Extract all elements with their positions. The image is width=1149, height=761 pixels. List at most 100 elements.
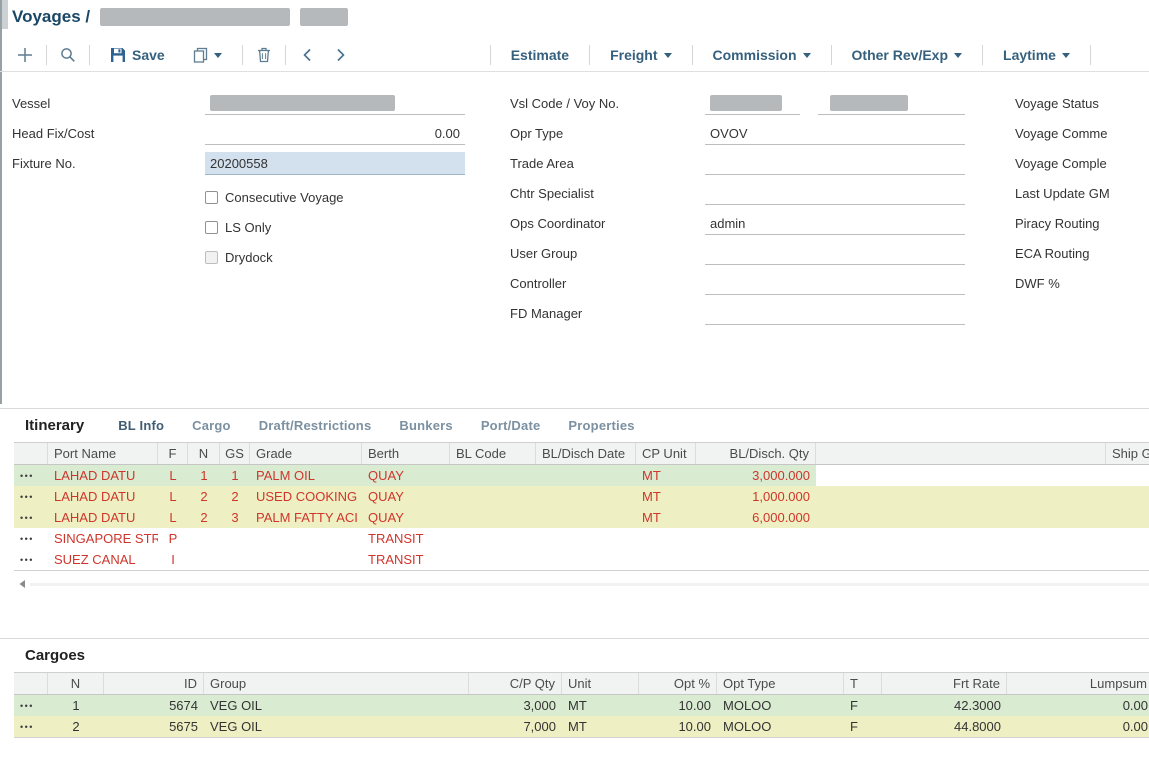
table-cell[interactable] [696,528,816,549]
table-cell[interactable]: MOLOO [717,716,844,737]
table-cell[interactable] [536,528,636,549]
table-cell[interactable] [636,528,696,549]
table-cell[interactable]: MT [562,716,639,737]
table-cell[interactable] [188,528,220,549]
column-header-n[interactable]: N [48,673,104,694]
trade-area-field[interactable] [705,152,965,175]
estimate-button[interactable]: Estimate [501,47,579,63]
column-header-n[interactable]: N [188,443,220,464]
column-header-f[interactable]: F [158,443,188,464]
table-cell[interactable]: 42.3000 [882,695,1007,716]
row-menu-button[interactable]: ••• [14,507,48,528]
table-cell[interactable] [1106,486,1149,507]
table-cell[interactable] [536,486,636,507]
table-cell[interactable]: VEG OIL [204,695,469,716]
table-cell[interactable] [450,549,536,570]
fd-manager-field[interactable] [705,302,965,325]
table-cell[interactable]: SUEZ CANAL [48,549,158,570]
table-cell[interactable]: P [158,528,188,549]
table-cell[interactable]: 5675 [104,716,204,737]
column-header-port-name[interactable]: Port Name [48,443,158,464]
table-cell[interactable] [816,465,1106,486]
table-cell[interactable]: 5674 [104,695,204,716]
table-cell[interactable]: 44.8000 [882,716,1007,737]
table-cell[interactable] [536,549,636,570]
table-cell[interactable] [696,549,816,570]
consecutive-voyage-checkbox[interactable]: Consecutive Voyage [205,188,344,206]
commission-menu-button[interactable]: Commission [703,47,821,63]
table-cell[interactable] [450,507,536,528]
table-cell[interactable]: MT [636,465,696,486]
table-cell[interactable] [1106,465,1149,486]
row-menu-button[interactable]: ••• [14,716,48,737]
fixture-no-field[interactable]: 20200558 [205,152,465,175]
ls-only-checkbox[interactable]: LS Only [205,218,271,236]
table-cell[interactable]: TRANSIT [362,528,450,549]
table-cell[interactable] [816,507,1106,528]
scroll-left-arrow-icon[interactable] [14,576,30,592]
table-cell[interactable] [250,549,362,570]
tab-draft-restrictions[interactable]: Draft/Restrictions [259,418,372,433]
vessel-field[interactable] [205,92,465,115]
table-cell[interactable]: 2 [220,486,250,507]
column-header-id[interactable]: ID [104,673,204,694]
row-menu-button[interactable]: ••• [14,465,48,486]
table-cell[interactable] [1106,528,1149,549]
table-cell[interactable]: PALM FATTY ACI [250,507,362,528]
table-cell[interactable]: 3,000.000 [696,465,816,486]
table-cell[interactable] [536,507,636,528]
table-cell[interactable]: MT [636,486,696,507]
row-menu-button[interactable]: ••• [14,549,48,570]
column-header-berth[interactable]: Berth [362,443,450,464]
column-header-opt-type[interactable]: Opt Type [717,673,844,694]
table-cell[interactable]: 1 [48,695,104,716]
table-cell[interactable] [220,549,250,570]
table-cell[interactable] [636,549,696,570]
table-cell[interactable]: MT [636,507,696,528]
table-cell[interactable]: LAHAD DATU [48,507,158,528]
table-cell[interactable]: QUAY [362,507,450,528]
add-button[interactable] [14,43,36,67]
row-menu-button[interactable]: ••• [14,486,48,507]
column-header-c-p-qty[interactable]: C/P Qty [469,673,562,694]
table-cell[interactable]: QUAY [362,465,450,486]
freight-menu-button[interactable]: Freight [600,47,681,63]
table-cell[interactable] [1106,507,1149,528]
column-header-ship-gr[interactable]: Ship Gr [1106,443,1149,464]
table-cell[interactable]: 0.00 [1007,716,1149,737]
table-cell[interactable]: VEG OIL [204,716,469,737]
horizontal-scrollbar[interactable] [14,576,1149,592]
tab-cargo[interactable]: Cargo [192,418,231,433]
table-cell[interactable]: 2 [188,507,220,528]
table-cell[interactable] [816,528,1106,549]
table-cell[interactable]: 6,000.000 [696,507,816,528]
table-cell[interactable]: L [158,465,188,486]
table-cell[interactable]: 10.00 [639,716,717,737]
prev-button[interactable] [296,43,318,67]
table-cell[interactable]: TRANSIT [362,549,450,570]
table-cell[interactable]: LAHAD DATU [48,486,158,507]
column-header-bl-disch-qty[interactable]: BL/Disch. Qty [696,443,816,464]
scrollbar-track[interactable] [30,583,1149,586]
table-cell[interactable] [816,549,1106,570]
table-cell[interactable]: QUAY [362,486,450,507]
table-cell[interactable]: 2 [48,716,104,737]
delete-button[interactable] [253,43,275,67]
table-cell[interactable]: 2 [188,486,220,507]
laytime-menu-button[interactable]: Laytime [993,47,1080,63]
table-cell[interactable]: LAHAD DATU [48,465,158,486]
chtr-specialist-field[interactable] [705,182,965,205]
table-cell[interactable]: L [158,486,188,507]
table-cell[interactable] [188,549,220,570]
table-cell[interactable]: F [844,716,882,737]
column-header-gs[interactable]: GS [220,443,250,464]
table-cell[interactable]: I [158,549,188,570]
tab-bl-info[interactable]: BL Info [118,418,164,433]
table-cell[interactable] [450,486,536,507]
other-rev-exp-menu-button[interactable]: Other Rev/Exp [842,47,972,63]
next-button[interactable] [330,43,352,67]
tab-properties[interactable]: Properties [568,418,634,433]
table-cell[interactable]: SINGAPORE STRA [48,528,158,549]
table-cell[interactable] [450,528,536,549]
table-cell[interactable] [250,528,362,549]
